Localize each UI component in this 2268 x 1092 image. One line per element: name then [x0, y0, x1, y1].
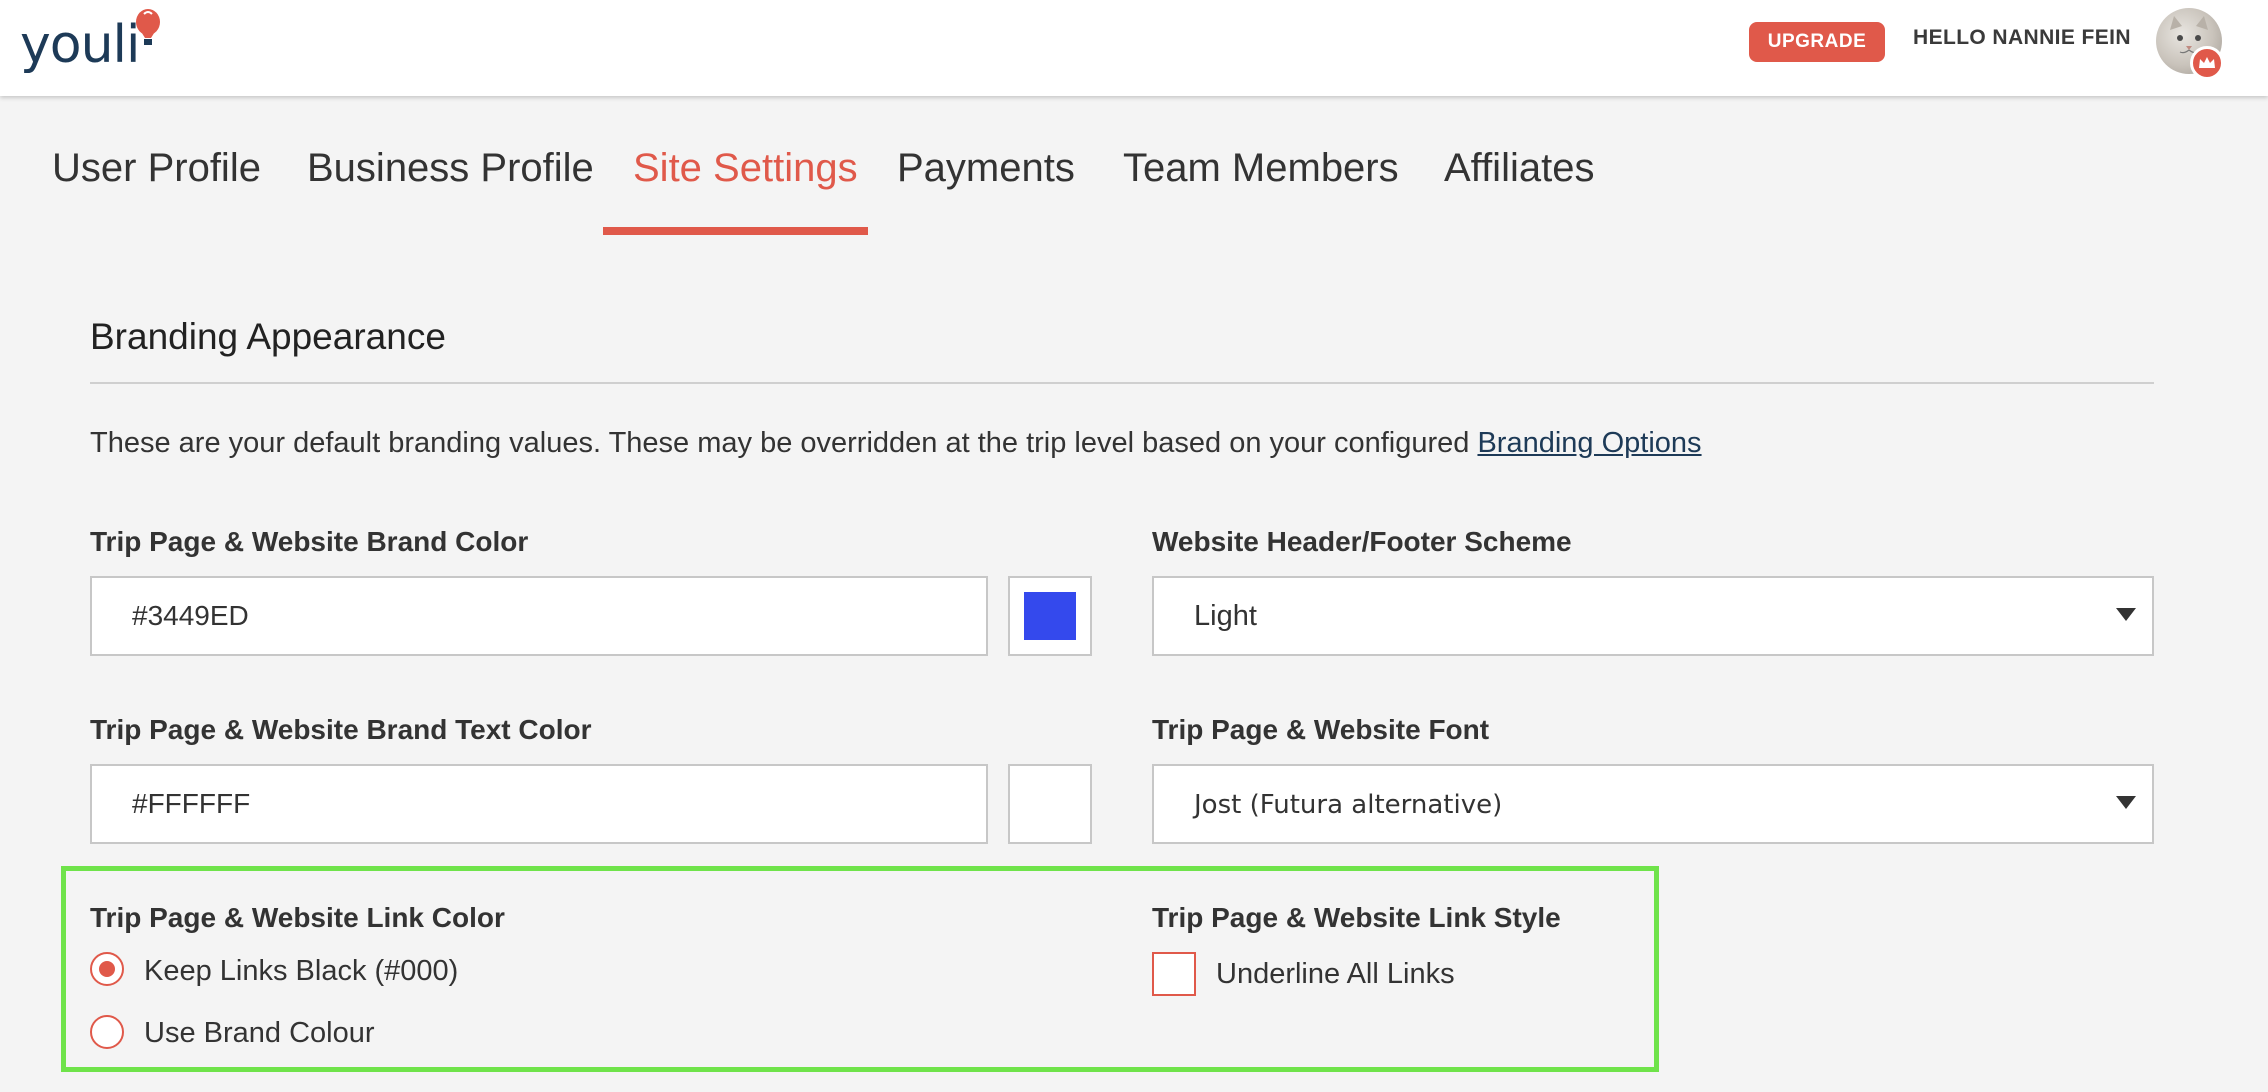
balloon-icon	[136, 9, 160, 45]
header-footer-scheme-value: Light	[1194, 600, 1257, 632]
brand-color-preview	[1024, 592, 1076, 640]
font-value: Jost (Futura alternative)	[1194, 790, 1503, 820]
brand-text-color-preview	[1024, 780, 1076, 828]
link-style-label: Trip Page & Website Link Style	[1152, 902, 1561, 933]
underline-links-label[interactable]: Underline All Links	[1216, 958, 1455, 991]
caret-down-icon	[2116, 608, 2136, 621]
crown-icon	[2199, 57, 2215, 68]
brand-text-color-input[interactable]: #FFFFFF	[90, 764, 988, 844]
intro-text: These are your default branding values. …	[90, 427, 1702, 460]
font-select[interactable]: Jost (Futura alternative)	[1152, 764, 2154, 844]
underline-links-checkbox[interactable]	[1152, 952, 1196, 996]
link-color-label: Trip Page & Website Link Color	[90, 902, 505, 933]
header-footer-scheme-label: Website Header/Footer Scheme	[1152, 526, 1572, 557]
crown-badge	[2190, 46, 2224, 80]
upgrade-button[interactable]: UPGRADE	[1749, 22, 1885, 62]
brand-color-input[interactable]: #3449ED	[90, 576, 988, 656]
youli-logo[interactable]: youli	[20, 9, 160, 80]
branding-options-link[interactable]: Branding Options	[1477, 427, 1701, 459]
caret-down-icon	[2116, 796, 2136, 809]
user-greeting: HELLO NANNIE FEIN	[1913, 26, 2131, 49]
tab-payments[interactable]: Payments	[897, 146, 1075, 191]
brand-color-label: Trip Page & Website Brand Color	[90, 526, 529, 557]
section-divider	[90, 382, 2154, 384]
radio-use-brand-colour[interactable]	[90, 1015, 124, 1049]
header-footer-scheme-select[interactable]: Light	[1152, 576, 2154, 656]
radio-keep-links-black[interactable]	[90, 952, 124, 986]
tab-business-profile[interactable]: Business Profile	[307, 146, 594, 191]
logo-text: youli	[20, 15, 140, 75]
use-brand-colour-label[interactable]: Use Brand Colour	[144, 1017, 375, 1050]
active-tab-indicator	[603, 227, 868, 235]
tab-affiliates[interactable]: Affiliates	[1444, 146, 1594, 191]
brand-text-color-label: Trip Page & Website Brand Text Color	[90, 714, 592, 745]
keep-links-black-label[interactable]: Keep Links Black (#000)	[144, 955, 458, 988]
tab-user-profile[interactable]: User Profile	[52, 146, 261, 191]
tab-site-settings[interactable]: Site Settings	[633, 146, 858, 191]
settings-tabs: User Profile Business Profile Site Setti…	[0, 96, 2268, 238]
brand-color-swatch[interactable]	[1008, 576, 1092, 656]
brand-text-color-swatch[interactable]	[1008, 764, 1092, 844]
top-bar: youli UPGRADE HELLO NANNIE FEIN	[0, 0, 2268, 96]
intro-body: These are your default branding values. …	[90, 427, 1478, 459]
font-label: Trip Page & Website Font	[1152, 714, 1490, 745]
section-title: Branding Appearance	[90, 316, 446, 357]
tab-team-members[interactable]: Team Members	[1123, 146, 1399, 191]
